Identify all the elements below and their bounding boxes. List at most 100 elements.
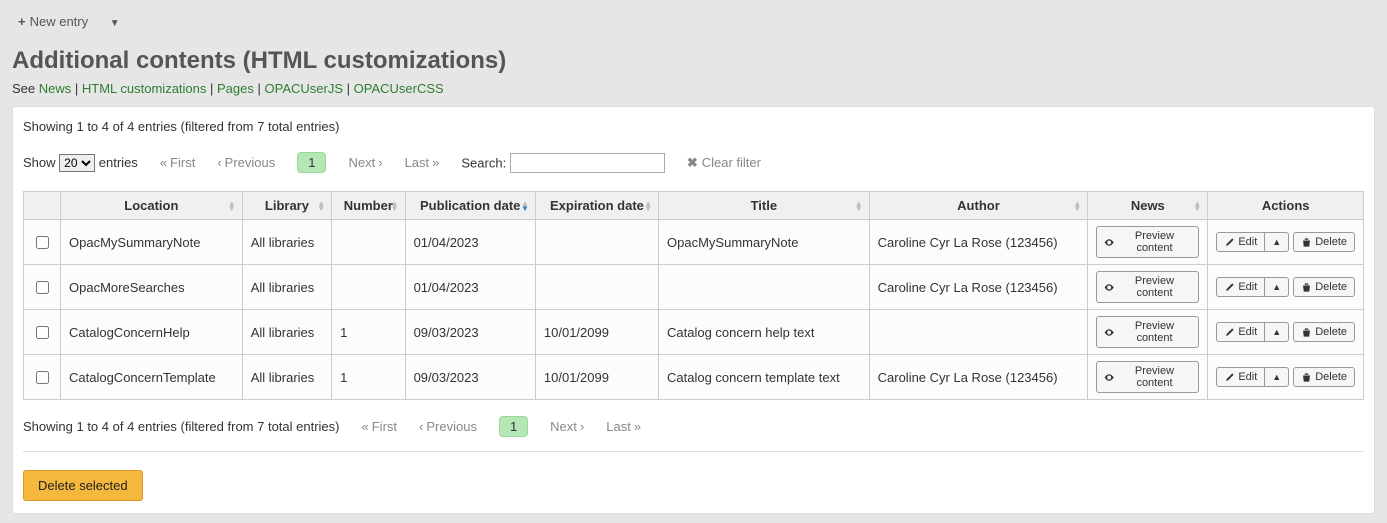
- header-library[interactable]: Library ▲▼: [242, 192, 331, 220]
- sort-icon: ▲▼: [1073, 201, 1081, 211]
- sort-icon: ▲▼: [855, 201, 863, 211]
- cell-news: Preview content: [1088, 265, 1208, 310]
- search-input[interactable]: [510, 153, 665, 173]
- cell-publication-date: 01/04/2023: [405, 220, 535, 265]
- cell-library: All libraries: [242, 265, 331, 310]
- preview-content-button[interactable]: Preview content: [1096, 316, 1199, 348]
- pager-next-button-bottom[interactable]: Next ›: [550, 419, 584, 434]
- sort-icon: ▲▼: [521, 201, 529, 211]
- pager-last-button-bottom[interactable]: Last »: [606, 419, 641, 434]
- chevron-left-icon: ‹: [419, 419, 423, 434]
- cell-publication-date: 01/04/2023: [405, 265, 535, 310]
- header-actions: Actions: [1208, 192, 1364, 220]
- cell-publication-date: 09/03/2023: [405, 310, 535, 355]
- cell-library: All libraries: [242, 355, 331, 400]
- cell-actions: Edit ▲ Delete: [1208, 220, 1364, 265]
- pager-last-button[interactable]: Last »: [405, 155, 440, 170]
- preview-content-button[interactable]: Preview content: [1096, 271, 1199, 303]
- preview-content-button[interactable]: Preview content: [1096, 361, 1199, 393]
- cell-actions: Edit ▲ Delete: [1208, 355, 1364, 400]
- row-checkbox[interactable]: [36, 371, 49, 384]
- delete-button[interactable]: Delete: [1293, 322, 1355, 342]
- pager-previous-button-bottom[interactable]: ‹ Previous: [419, 419, 477, 434]
- table-info-top: Showing 1 to 4 of 4 entries (filtered fr…: [23, 119, 1364, 134]
- see-link-news[interactable]: News: [39, 81, 72, 96]
- delete-selected-button[interactable]: Delete selected: [23, 470, 143, 501]
- header-location[interactable]: Location ▲▼: [61, 192, 243, 220]
- cell-number: 1: [332, 355, 405, 400]
- cell-actions: Edit ▲ Delete: [1208, 310, 1364, 355]
- eye-icon: [1104, 327, 1114, 338]
- edit-button[interactable]: Edit: [1216, 367, 1265, 387]
- table-row: CatalogConcernHelp All libraries 1 09/03…: [24, 310, 1364, 355]
- caret-up-icon: ▲: [1272, 282, 1281, 292]
- edit-dropdown-button[interactable]: ▲: [1265, 277, 1289, 297]
- cell-location: CatalogConcernTemplate: [61, 355, 243, 400]
- search-label: Search:: [461, 155, 506, 170]
- cell-news: Preview content: [1088, 220, 1208, 265]
- pager-previous-button[interactable]: ‹ Previous: [217, 155, 275, 170]
- trash-icon: [1301, 237, 1312, 248]
- chevron-double-left-icon: «: [362, 419, 369, 434]
- cell-title: Catalog concern help text: [659, 310, 870, 355]
- see-prefix: See: [12, 81, 39, 96]
- edit-button[interactable]: Edit: [1216, 232, 1265, 252]
- pager-next-button[interactable]: Next ›: [348, 155, 382, 170]
- cell-expiration-date: 10/01/2099: [535, 355, 658, 400]
- see-link-html-customizations[interactable]: HTML customizations: [82, 81, 207, 96]
- header-number[interactable]: Number ▲▼: [332, 192, 405, 220]
- delete-button[interactable]: Delete: [1293, 367, 1355, 387]
- cell-library: All libraries: [242, 220, 331, 265]
- edit-button[interactable]: Edit: [1216, 322, 1265, 342]
- header-author[interactable]: Author ▲▼: [869, 192, 1088, 220]
- cell-author: Caroline Cyr La Rose (123456): [869, 220, 1088, 265]
- show-label: Show: [23, 155, 56, 170]
- chevron-double-right-icon: »: [634, 419, 641, 434]
- header-expiration-date[interactable]: Expiration date ▲▼: [535, 192, 658, 220]
- new-entry-button[interactable]: + New entry: [12, 10, 94, 33]
- cell-title: OpacMySummaryNote: [659, 220, 870, 265]
- chevron-right-icon: ›: [378, 155, 382, 170]
- see-link-opacusercss[interactable]: OPACUserCSS: [354, 81, 444, 96]
- plus-icon: +: [18, 14, 26, 29]
- see-link-pages[interactable]: Pages: [217, 81, 254, 96]
- cell-author: Caroline Cyr La Rose (123456): [869, 265, 1088, 310]
- row-checkbox[interactable]: [36, 236, 49, 249]
- delete-button[interactable]: Delete: [1293, 232, 1355, 252]
- pager-current-bottom[interactable]: 1: [499, 416, 528, 437]
- cell-news: Preview content: [1088, 355, 1208, 400]
- row-checkbox[interactable]: [36, 281, 49, 294]
- sort-icon: ▲▼: [317, 201, 325, 211]
- new-entry-label: New entry: [30, 14, 89, 29]
- cell-expiration-date: [535, 220, 658, 265]
- edit-dropdown-button[interactable]: ▲: [1265, 322, 1289, 342]
- cell-number: 1: [332, 310, 405, 355]
- header-news[interactable]: News ▲▼: [1088, 192, 1208, 220]
- sort-icon: ▲▼: [391, 201, 399, 211]
- edit-dropdown-button[interactable]: ▲: [1265, 232, 1289, 252]
- header-title[interactable]: Title ▲▼: [659, 192, 870, 220]
- preview-content-button[interactable]: Preview content: [1096, 226, 1199, 258]
- entries-select[interactable]: 20: [59, 154, 95, 172]
- cell-location: OpacMoreSearches: [61, 265, 243, 310]
- page-title: Additional contents (HTML customizations…: [12, 47, 1375, 75]
- edit-dropdown-button[interactable]: ▲: [1265, 367, 1289, 387]
- cell-location: OpacMySummaryNote: [61, 220, 243, 265]
- chevron-left-icon: ‹: [217, 155, 221, 170]
- new-entry-dropdown-button[interactable]: ▼: [104, 17, 126, 30]
- pager-current[interactable]: 1: [297, 152, 326, 173]
- edit-button[interactable]: Edit: [1216, 277, 1265, 297]
- clear-filter-button[interactable]: ✖ Clear filter: [687, 155, 761, 171]
- pager-first-button[interactable]: « First: [160, 155, 196, 170]
- sort-icon: ▲▼: [1193, 201, 1201, 211]
- table-row: CatalogConcernTemplate All libraries 1 0…: [24, 355, 1364, 400]
- see-link-opacuserjs[interactable]: OPACUserJS: [265, 81, 344, 96]
- row-checkbox[interactable]: [36, 326, 49, 339]
- pager-first-button-bottom[interactable]: « First: [362, 419, 398, 434]
- delete-button[interactable]: Delete: [1293, 277, 1355, 297]
- pencil-icon: [1224, 282, 1235, 293]
- pencil-icon: [1224, 327, 1235, 338]
- header-publication-date[interactable]: Publication date ▲▼: [405, 192, 535, 220]
- see-links: See News | HTML customizations | Pages |…: [12, 81, 1375, 96]
- table-row: OpacMySummaryNote All libraries 01/04/20…: [24, 220, 1364, 265]
